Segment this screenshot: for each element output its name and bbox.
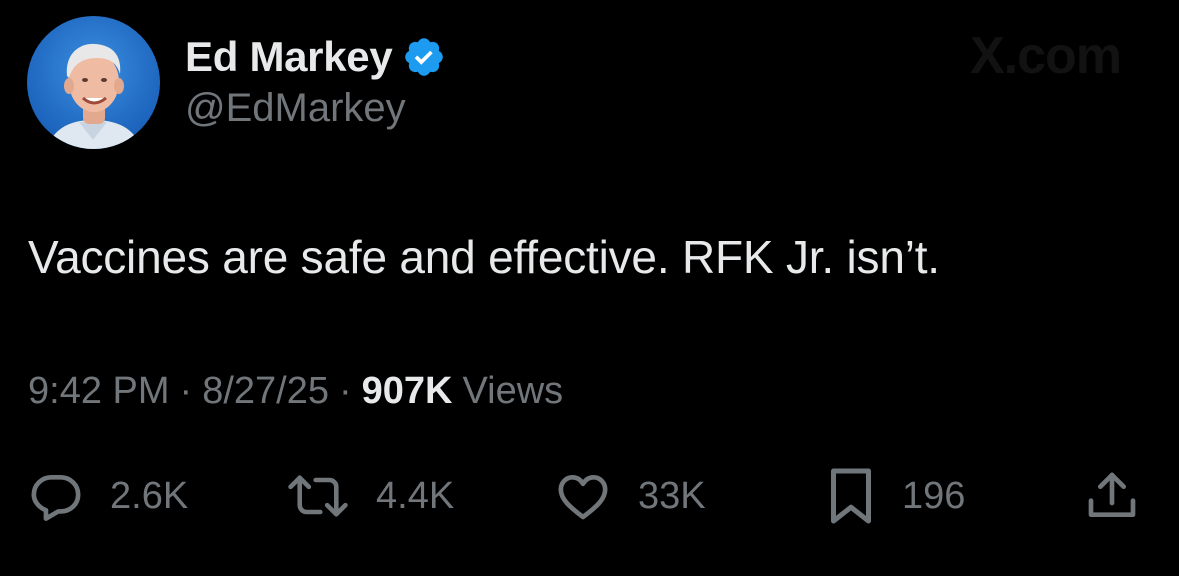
action-bar: 2.6K 4.4K 33K 196 <box>0 466 1179 526</box>
views-label: Views <box>462 370 564 412</box>
avatar[interactable] <box>27 16 160 149</box>
bookmark-count: 196 <box>902 474 966 517</box>
reply-icon <box>31 475 81 521</box>
like-count: 33K <box>638 474 706 517</box>
tweet-meta: 9:42 PM · 8/27/25 · 907K Views <box>28 370 563 413</box>
tweet-time[interactable]: 9:42 PM <box>28 370 170 413</box>
bookmark-button[interactable]: 196 <box>826 466 965 526</box>
share-icon <box>1088 472 1136 517</box>
heart-icon <box>558 475 608 520</box>
tweet-date[interactable]: 8/27/25 <box>202 370 329 413</box>
reply-button[interactable]: 2.6K <box>28 466 188 526</box>
bookmark-icon <box>831 468 871 524</box>
reply-count: 2.6K <box>110 474 189 517</box>
repost-icon <box>288 475 348 517</box>
author-name-row[interactable]: Ed Markey <box>185 32 446 82</box>
author-display-name[interactable]: Ed Markey <box>185 33 393 81</box>
author-handle[interactable]: @EdMarkey <box>185 86 406 131</box>
verified-badge-icon[interactable] <box>402 35 446 79</box>
avatar-image <box>27 16 160 149</box>
meta-separator: · <box>179 370 193 412</box>
tweet-text: Vaccines are safe and effective. RFK Jr.… <box>28 231 940 283</box>
share-button[interactable] <box>1084 466 1140 526</box>
watermark: X.com <box>969 27 1122 85</box>
repost-count: 4.4K <box>376 474 455 517</box>
like-button[interactable]: 33K <box>554 466 706 526</box>
meta-separator: · <box>338 370 352 412</box>
views-count: 907K <box>361 370 453 412</box>
repost-button[interactable]: 4.4K <box>286 466 454 526</box>
